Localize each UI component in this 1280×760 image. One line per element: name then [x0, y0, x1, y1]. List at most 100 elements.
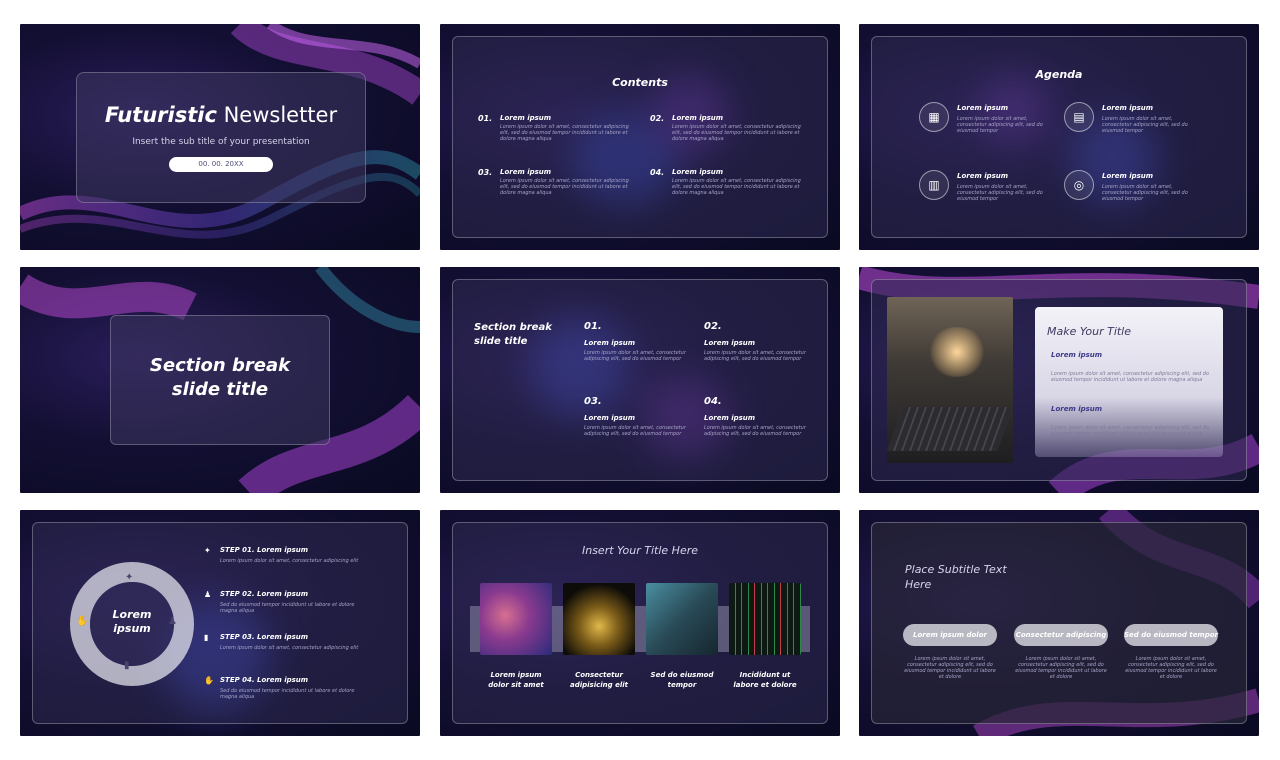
slide-thumbnail-2[interactable]: Contents 01. Lorem ipsum Lorem ipsum dol…: [440, 24, 840, 250]
label-pill: Lorem ipsum dolor: [903, 624, 997, 646]
item-desc: Lorem ipsum dolor sit amet, consectetur …: [1125, 656, 1217, 680]
stock-chart-photo: [729, 583, 801, 655]
item-desc: Lorem ipsum dolor sit amet, consectetur …: [1015, 656, 1107, 680]
slide-thumbnail-6[interactable]: Make Your Title Lorem ipsum Lorem ipsum …: [859, 267, 1259, 493]
item-number: 04.: [650, 168, 665, 177]
item-title: Lorem ipsum: [672, 168, 724, 176]
document-icon: ▤: [1064, 102, 1094, 132]
photo-caption: Sed do eiusmod tempor: [640, 670, 724, 690]
laptop-photo: [887, 297, 1013, 463]
glowing-icons: [927, 327, 987, 377]
item-title: Lorem ipsum: [500, 114, 552, 122]
target-icon: ◎: [1064, 170, 1094, 200]
caption-line-1: Incididunt ut: [739, 671, 791, 679]
item-desc: Lorem ipsum dolor sit amet, consectetur …: [500, 124, 629, 142]
content-frame: [871, 36, 1247, 238]
subtitle: Insert the sub title of your presentatio…: [132, 137, 310, 147]
team-icon: ♟: [168, 616, 177, 627]
contents-title: Contents: [612, 76, 668, 89]
subtitle: Place Subtitle Text Here: [905, 562, 1007, 592]
caption-line-1: Sed do eiusmod: [650, 671, 714, 679]
gold-coins-photo: [563, 583, 635, 655]
handshake-icon: ✋: [76, 616, 89, 627]
section-title: Section break slide title: [474, 321, 552, 349]
calendar-icon: ▦: [919, 102, 949, 132]
title-line-2: slide title: [171, 379, 269, 400]
bitcoin-photo: [480, 583, 552, 655]
item-title: Lorem ipsum: [957, 104, 1009, 112]
item-number: 01.: [584, 321, 602, 332]
title-bold: Futuristic: [104, 103, 217, 127]
item-desc: Lorem ipsum dolor sit amet, consectetur …: [672, 124, 801, 142]
step-desc: Lorem ipsum dolor sit amet, consectetur …: [220, 558, 359, 564]
subtitle-line-2: Here: [905, 578, 932, 591]
slide-thumbnail-4[interactable]: Section break slide title: [20, 267, 420, 493]
item-title: Lorem ipsum: [1051, 405, 1103, 413]
caption-line-2: labore et dolore: [733, 681, 797, 689]
subtitle-line-1: Place Subtitle Text: [905, 563, 1007, 576]
finance-hand-photo: [646, 583, 718, 655]
center-line-2: ipsum: [113, 622, 151, 635]
item-number: 02.: [650, 114, 665, 123]
item-title: Lorem ipsum: [704, 339, 756, 347]
item-desc: Lorem ipsum dolor sit amet, consectetur …: [584, 350, 686, 362]
slide-thumbnail-8[interactable]: Insert Your Title Here Lorem ipsum dolor…: [440, 510, 840, 736]
title-light: Newsletter: [223, 103, 338, 127]
item-title: Lorem ipsum: [957, 172, 1009, 180]
label-pill: Sed do eiusmod tempor: [1124, 624, 1218, 646]
center-line-1: Lorem: [112, 608, 152, 621]
item-title: Lorem ipsum: [1051, 351, 1103, 359]
card-title: Make Your Title: [1047, 325, 1132, 338]
handshake-icon: ✋: [204, 676, 214, 685]
item-title: Lorem ipsum: [1102, 172, 1154, 180]
title-card: Make Your Title Lorem ipsum Lorem ipsum …: [1035, 307, 1223, 457]
lightbulb-icon: ✦: [125, 572, 134, 583]
step-title: STEP 03. Lorem ipsum: [220, 633, 309, 641]
bar-chart-icon: ▮: [204, 633, 209, 642]
item-desc: Lorem ipsum dolor sit amet, consectetur …: [704, 425, 806, 437]
item-title: Lorem ipsum: [584, 414, 636, 422]
slide-thumbnail-1[interactable]: Futuristic Newsletter Insert the sub tit…: [20, 24, 420, 250]
item-desc: Lorem ipsum dolor sit amet, consectetur …: [1102, 184, 1188, 202]
item-title: Lorem ipsum: [672, 114, 724, 122]
item-desc: Lorem ipsum dolor sit amet, consectetur …: [1102, 116, 1188, 134]
item-desc: Lorem ipsum dolor sit amet, consectetur …: [957, 184, 1043, 202]
caption-line-2: dolor sit amet: [488, 681, 544, 689]
item-number: 03.: [584, 396, 602, 407]
section-break-card: Section break slide title: [110, 315, 330, 445]
item-desc: Lorem ipsum dolor sit amet, consectetur …: [672, 178, 801, 196]
step-title: STEP 01. Lorem ipsum: [220, 546, 309, 554]
caption-line-2: tempor: [667, 681, 697, 689]
photo-caption: Incididunt ut labore et dolore: [723, 670, 807, 690]
slide-thumbnail-5[interactable]: Section break slide title 01. Lorem ipsu…: [440, 267, 840, 493]
item-desc: Lorem ipsum dolor sit amet, consectetur …: [704, 350, 806, 362]
item-desc: Lorem ipsum dolor sit amet, consectetur …: [1051, 425, 1210, 437]
content-frame: [452, 279, 828, 481]
step-desc: Sed do eiusmod tempor incididunt ut labo…: [220, 602, 355, 614]
caption-line-1: Consectetur: [575, 671, 623, 679]
team-icon: ♟: [204, 590, 212, 599]
date-pill: 00. 00. 20XX: [169, 157, 273, 172]
item-desc: Lorem ipsum dolor sit amet, consectetur …: [584, 425, 686, 437]
clipboard-icon: ▥: [919, 170, 949, 200]
item-title: Lorem ipsum: [1102, 104, 1154, 112]
newsletter-title: Futuristic Newsletter: [77, 103, 365, 127]
caption-line-2: adipisicing elit: [570, 681, 628, 689]
item-title: Lorem ipsum: [500, 168, 552, 176]
slide-title: Insert Your Title Here: [581, 544, 698, 557]
slide-thumbnail-3[interactable]: Agenda ▦ Lorem ipsum Lorem ipsum dolor s…: [859, 24, 1259, 250]
item-number: 02.: [704, 321, 722, 332]
bar-chart-icon: ▮: [124, 660, 130, 671]
step-title: STEP 02. Lorem ipsum: [220, 590, 309, 598]
item-number: 04.: [704, 396, 722, 407]
item-title: Lorem ipsum: [704, 414, 756, 422]
item-number: 01.: [478, 114, 493, 123]
cycle-center: Lorem ipsum: [90, 582, 174, 666]
caption-line-1: Lorem ipsum: [490, 671, 542, 679]
step-desc: Sed do eiusmod tempor incididunt ut labo…: [220, 688, 355, 700]
slide-thumbnail-9[interactable]: Place Subtitle Text Here Lorem ipsum dol…: [859, 510, 1259, 736]
label-pill: Consectetur adipiscing: [1014, 624, 1108, 646]
step-title: STEP 04. Lorem ipsum: [220, 676, 309, 684]
item-title: Lorem ipsum: [584, 339, 636, 347]
slide-thumbnail-7[interactable]: Lorem ipsum ✦ ♟ ▮ ✋ ✦ STEP 01. Lorem ips…: [20, 510, 420, 736]
